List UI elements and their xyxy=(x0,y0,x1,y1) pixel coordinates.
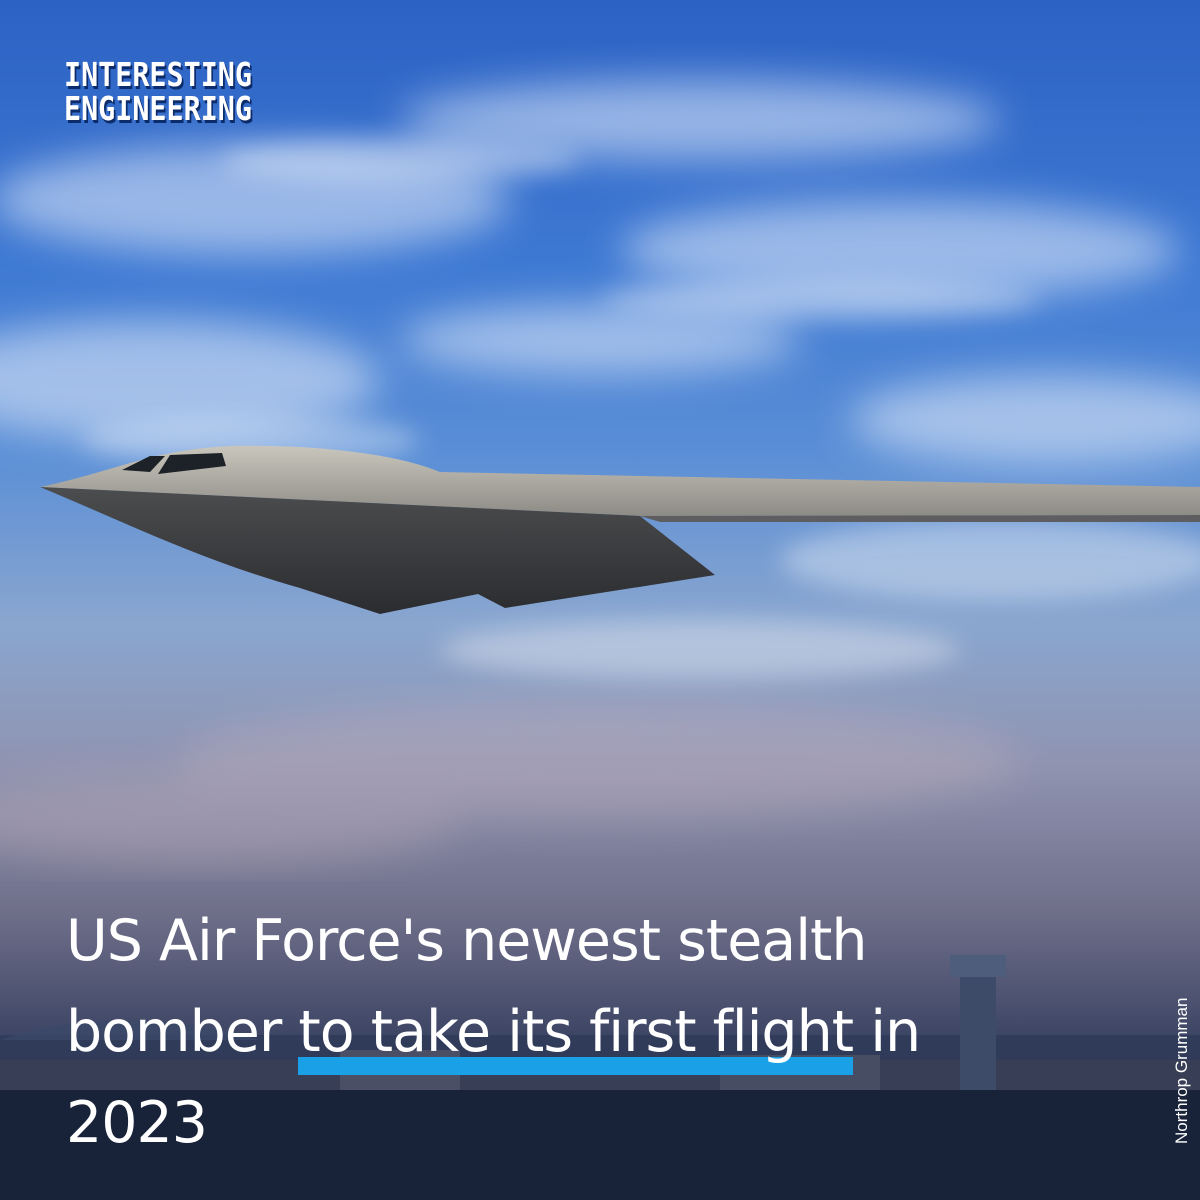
headline-line-3: 2023 xyxy=(66,1090,208,1156)
headline-text: bomber xyxy=(66,999,299,1065)
headline-highlight: to take its first flight xyxy=(298,999,854,1065)
photo-credit: Northrop Grumman xyxy=(1172,997,1191,1144)
headline-line-2: bomber to take its first flight in xyxy=(66,987,1086,1078)
brand-logo: INTERESTING ENGINEERING xyxy=(64,58,252,126)
headline-line-1: US Air Force's newest stealth xyxy=(66,908,868,974)
headline-text-end: in xyxy=(853,999,921,1065)
brand-line-2: ENGINEERING xyxy=(64,89,252,128)
brand-line-1: INTERESTING xyxy=(64,55,252,94)
headline: US Air Force's newest stealth bomber to … xyxy=(66,896,1086,1169)
post-image: INTERESTING ENGINEERING US Air Force's n… xyxy=(0,0,1200,1200)
